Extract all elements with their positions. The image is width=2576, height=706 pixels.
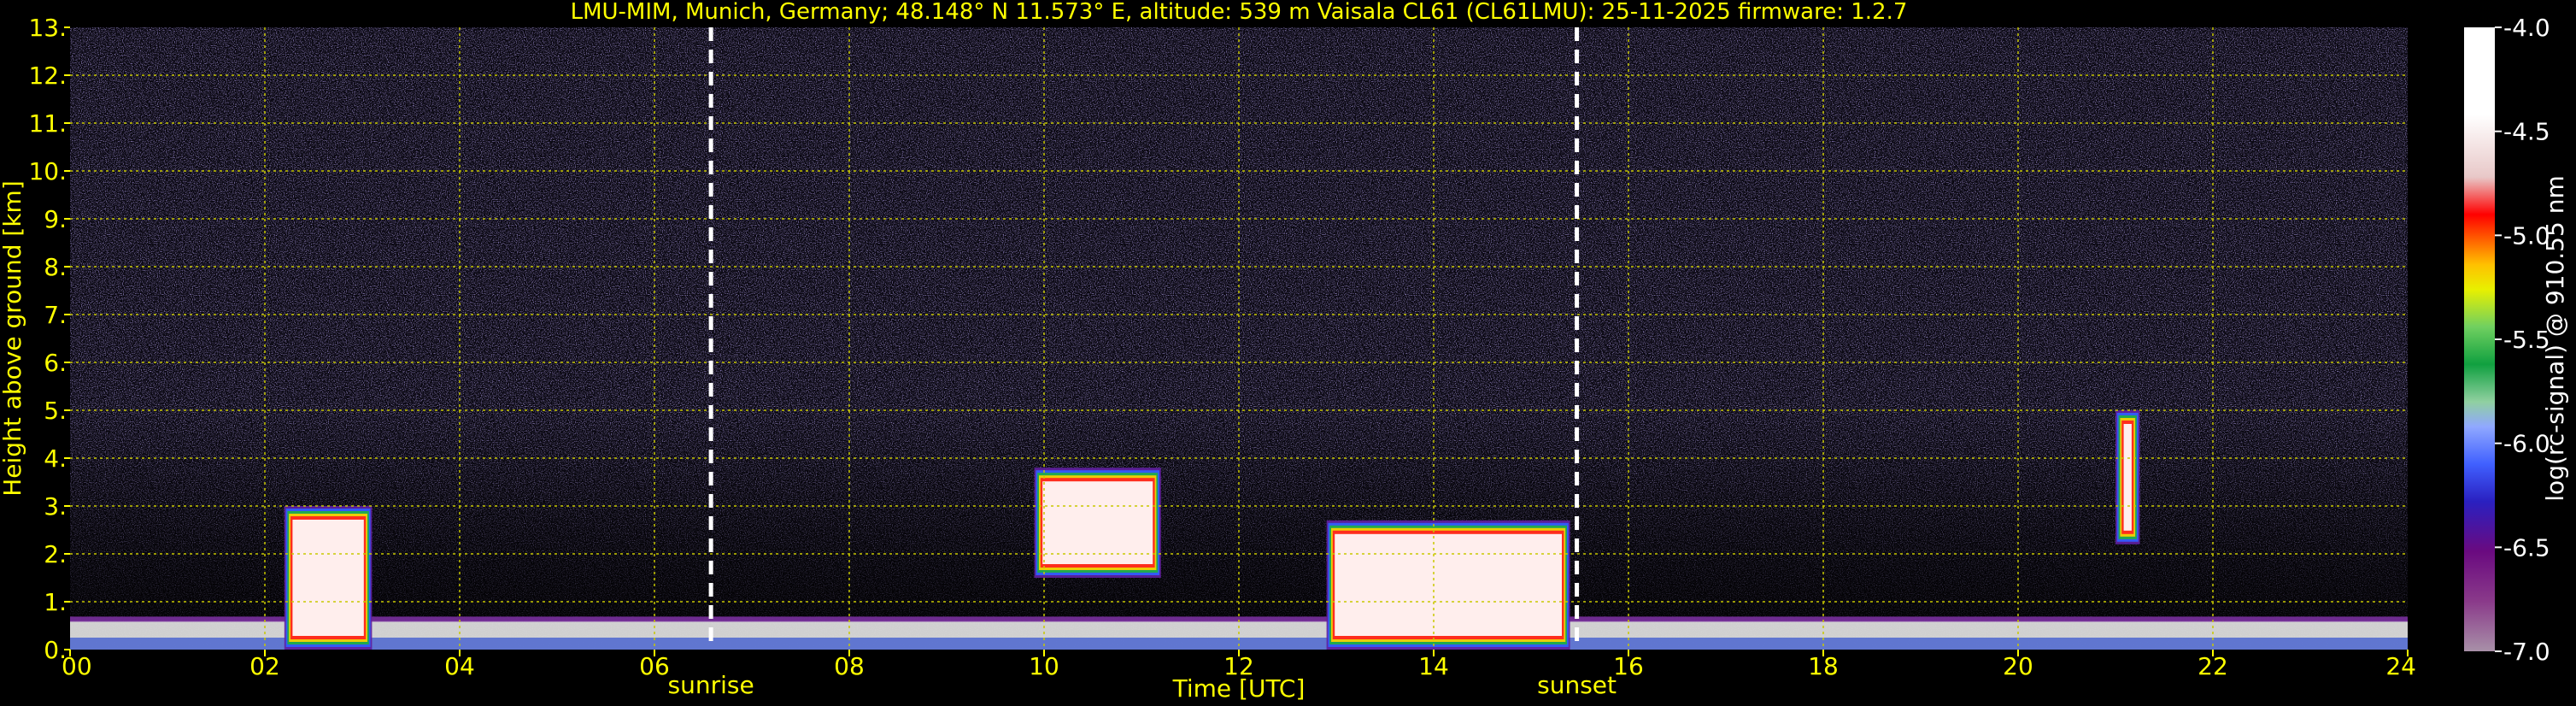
y-tick-label: 4. xyxy=(44,444,67,473)
x-tick-label: 18 xyxy=(1808,652,1839,680)
colorbar-label: log(rc-signal) @ 910.55 nm xyxy=(2541,175,2569,501)
y-tick-label: 3. xyxy=(44,492,67,521)
plot-area xyxy=(70,27,2408,650)
x-tick-label: 10 xyxy=(1029,652,1059,680)
x-tick-label: 20 xyxy=(2003,652,2033,680)
feature-aerosol-cloud xyxy=(284,506,373,650)
feature-cloud xyxy=(2115,410,2140,544)
y-tick-label: 1. xyxy=(44,588,67,616)
x-tick-label: 14 xyxy=(1418,652,1449,680)
sunrise-label: sunrise xyxy=(668,671,754,699)
y-tick-label: 13. xyxy=(28,14,67,42)
chart-title: LMU-MIM, Munich, Germany; 48.148° N 11.5… xyxy=(571,0,1908,25)
x-tick-label: 08 xyxy=(834,652,865,680)
y-tick-label: 8. xyxy=(44,253,67,281)
colorbar-tick-label: -4.5 xyxy=(2503,118,2550,146)
y-axis-label: Height above ground [km] xyxy=(0,180,26,497)
x-tick-label: 02 xyxy=(249,652,280,680)
x-tick-label: 16 xyxy=(1613,652,1644,680)
y-tick-label: 7. xyxy=(44,301,67,329)
y-tick-label: 6. xyxy=(44,349,67,377)
y-tick-label: 11. xyxy=(28,109,67,138)
y-tick-label: 2. xyxy=(44,540,67,568)
x-tick-label: 22 xyxy=(2198,652,2228,680)
x-tick-label: 24 xyxy=(2385,652,2416,680)
y-tick-label: 5. xyxy=(44,397,67,425)
x-tick-label: 06 xyxy=(639,652,670,680)
x-tick-label: 04 xyxy=(444,652,475,680)
feature-cloud xyxy=(1034,468,1161,578)
y-tick-label: 10. xyxy=(28,157,67,185)
colorbar-tick-label: -4.0 xyxy=(2503,14,2550,42)
y-tick-label: 0. xyxy=(44,636,67,664)
ceilometer-chart: LMU-MIM, Munich, Germany; 48.148° N 11.5… xyxy=(0,0,2576,706)
colorbar-tick-label: -7.0 xyxy=(2503,638,2550,666)
sunset-label: sunset xyxy=(1537,671,1617,699)
x-tick-label: 12 xyxy=(1223,652,1254,680)
feature-low-cloud xyxy=(1326,520,1570,650)
colorbar-tick-label: -6.5 xyxy=(2503,533,2550,562)
colorbar-scale xyxy=(2464,27,2495,651)
y-tick-label: 12. xyxy=(28,62,67,90)
y-tick-label: 9. xyxy=(44,205,67,233)
